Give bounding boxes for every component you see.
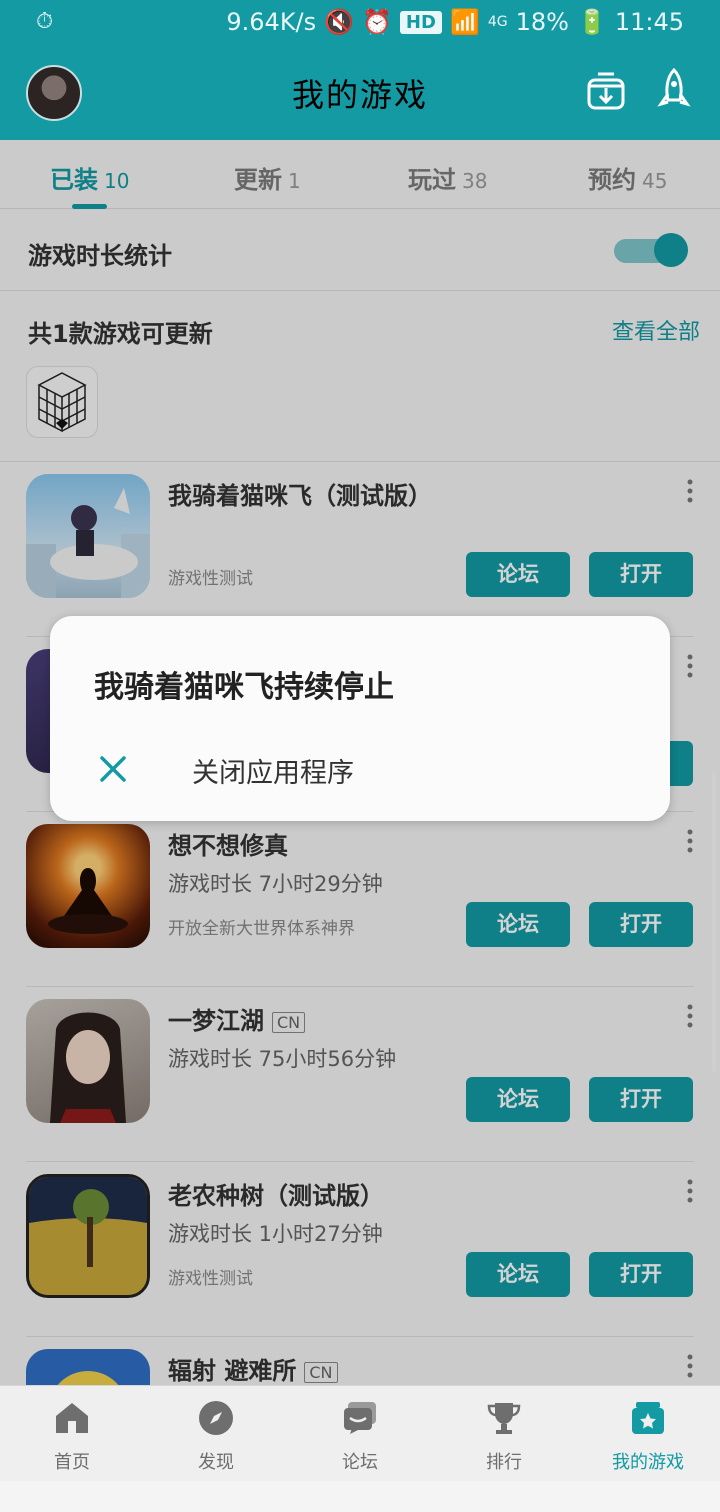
alarm-icon: ⏰ [362,8,392,36]
nav-forum[interactable]: 论坛 [288,1386,432,1481]
scrollbar[interactable] [712,772,716,1072]
status-bar: ⏱ 9.64K/s 🔇 ⏰ HD 📶 4G 18% 🔋 11:45 [0,0,720,46]
nav-discover[interactable]: 发现 [144,1386,288,1481]
wifi-icon: 📶 [449,8,480,36]
mute-icon: 🔇 [324,8,355,36]
compass-icon [199,1401,233,1435]
rocket-icon[interactable] [656,68,692,112]
net-speed: 9.64K/s [226,8,317,36]
battery-icon: 🔋 [576,8,607,36]
my-games-icon [632,1402,664,1434]
close-icon[interactable] [98,754,128,784]
home-icon [56,1403,88,1433]
bottom-nav: 首页 发现 论坛 排行 我的游戏 [0,1385,720,1481]
nav-home[interactable]: 首页 [0,1386,144,1481]
clock: 11:45 [614,8,684,36]
signal-label: 4G [487,14,508,30]
app-crash-dialog: 我骑着猫咪飞持续停止 关闭应用程序 [50,616,670,821]
battery-percent: 18% [515,8,569,36]
timer-icon: ⏱ [36,9,54,34]
close-app-button[interactable]: 关闭应用程序 [192,751,354,790]
dialog-title: 我骑着猫咪飞持续停止 [94,670,394,705]
nav-my-games[interactable]: 我的游戏 [576,1386,720,1481]
hd-badge: HD [399,10,442,34]
download-manager-icon[interactable] [586,70,626,110]
forum-icon [344,1402,376,1434]
nav-ranking[interactable]: 排行 [432,1386,576,1481]
status-indicators: 9.64K/s 🔇 ⏰ HD 📶 4G 18% 🔋 11:45 [226,8,684,36]
trophy-icon [487,1403,521,1434]
